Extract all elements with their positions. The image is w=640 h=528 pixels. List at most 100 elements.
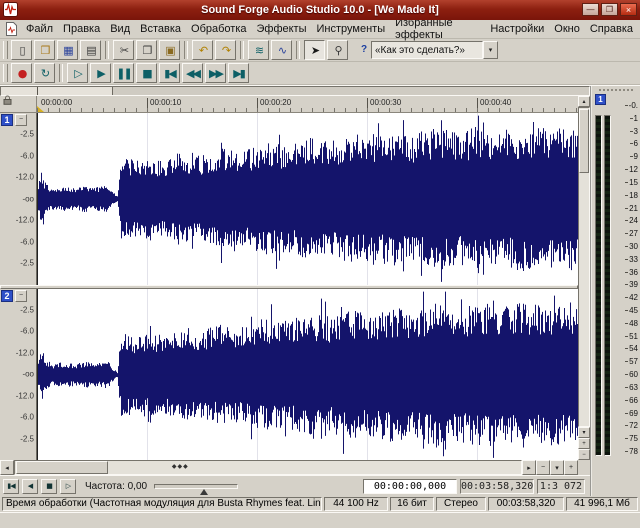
vertical-zoom-out-button[interactable]: − xyxy=(578,449,590,460)
toolbar-grip[interactable] xyxy=(3,41,8,59)
record-button[interactable]: ● xyxy=(11,63,32,83)
menu-item[interactable]: Файл xyxy=(21,21,58,37)
zoom-ratio-display: 1:3 072 xyxy=(537,479,585,494)
mini-stop-button[interactable]: ■ xyxy=(41,479,57,494)
channel-2-minimize-button[interactable]: − xyxy=(15,290,27,302)
waveform-plot xyxy=(37,289,578,461)
go-to-start-button[interactable]: ▮◀ xyxy=(159,63,180,83)
scroll-down-button[interactable]: ▾ xyxy=(578,427,590,438)
scroll-up-button[interactable]: ▴ xyxy=(578,96,590,107)
window-bottom-frame xyxy=(0,512,640,528)
overview-bar[interactable] xyxy=(0,86,590,96)
scroll-right-button[interactable]: ▸ xyxy=(522,460,536,475)
separator[interactable] xyxy=(105,41,109,59)
position-display[interactable]: 00:00:00,000 xyxy=(363,479,457,494)
ruler-row: 00:00:00 00:00:10 00:00:20 00:00:30 00:0… xyxy=(0,96,578,113)
open-file-icon[interactable]: ❒ xyxy=(34,40,55,60)
playback-cursor[interactable] xyxy=(37,289,38,461)
copy-icon[interactable]: ❐ xyxy=(136,40,157,60)
meter-scale-label: 54 xyxy=(625,345,638,353)
channel-2-badge[interactable]: 2 xyxy=(1,290,13,302)
channel-1: 1 − -2.5 -6.0 -12.0 -оо -12.0 -6.0 xyxy=(0,113,578,285)
play-button[interactable]: ▶ xyxy=(90,63,111,83)
zoom-resolution-button[interactable]: ▾ xyxy=(550,460,564,475)
new-file-icon[interactable]: ▯ xyxy=(11,40,32,60)
zoom-in-button[interactable]: + xyxy=(564,460,578,475)
meter-scale-label: 45 xyxy=(625,307,638,315)
slider-thumb[interactable] xyxy=(200,489,208,495)
paste-icon[interactable]: ▣ xyxy=(159,40,180,60)
meter-scale-label: 21 xyxy=(625,205,638,213)
db-scale-label: -6.0 xyxy=(20,327,34,336)
edit-tool-icon[interactable]: ➤ xyxy=(304,40,325,60)
cut-icon[interactable]: ✂ xyxy=(113,40,134,60)
magnify-tool-icon[interactable]: ⚲ xyxy=(327,40,348,60)
minimize-button[interactable]: — xyxy=(582,3,599,16)
channel-2-gutter: 2 − -2.5 -6.0 -12.0 -оо -12.0 -6.0 xyxy=(0,289,36,461)
menu-item[interactable]: Окно xyxy=(549,21,585,37)
rewind-button[interactable]: ◀◀ xyxy=(182,63,203,83)
playhead-marker[interactable] xyxy=(37,106,44,112)
separator[interactable] xyxy=(59,64,63,82)
time-ruler[interactable]: 00:00:00 00:00:10 00:00:20 00:00:30 00:0… xyxy=(36,96,578,113)
menu-item[interactable]: Обработка xyxy=(186,21,251,37)
waveform-channel-1[interactable] xyxy=(36,113,578,285)
mini-go-to-start-button[interactable]: ▮◀ xyxy=(3,479,19,494)
menu-item[interactable]: Справка xyxy=(585,21,638,37)
main-toolbar: ▯ ❒ ▦ ▤ ✂ ❐ ▣ ↶ ↷ ≋ ∿ ➤ xyxy=(0,39,640,62)
menu-item[interactable]: Вставка xyxy=(135,21,186,37)
meter-scale-label: 18 xyxy=(625,192,638,200)
vertical-scrollbar-thumb[interactable] xyxy=(579,109,589,173)
waveform-plot xyxy=(37,113,578,285)
process-wave-icon[interactable]: ≋ xyxy=(248,40,269,60)
undo-icon[interactable]: ↶ xyxy=(192,40,213,60)
redo-icon[interactable]: ↷ xyxy=(215,40,236,60)
panel-grip[interactable] xyxy=(599,89,633,91)
help-search-combo[interactable]: ? «Как это сделать?» ▾ xyxy=(357,41,498,60)
dropdown-arrow-icon[interactable]: ▾ xyxy=(483,41,498,59)
separator[interactable] xyxy=(296,41,300,59)
menu-item[interactable]: Вид xyxy=(105,21,135,37)
titlebar: Sound Forge Audio Studio 10.0 - [We Made… xyxy=(0,0,640,20)
scrollbar-track[interactable]: ◆◆◆ xyxy=(14,460,522,475)
menu-item[interactable]: Эффекты xyxy=(252,21,312,37)
mini-play-button[interactable]: ▷ xyxy=(60,479,76,494)
document-icon[interactable] xyxy=(5,22,18,36)
meter-scale-label: 72 xyxy=(625,422,638,430)
menu-item[interactable]: Инструменты xyxy=(312,21,391,37)
menu-item[interactable]: Правка xyxy=(58,21,105,37)
maximize-button[interactable]: ❐ xyxy=(601,3,618,16)
mini-rewind-button[interactable]: ◀ xyxy=(22,479,38,494)
status-bitdepth: 16 бит xyxy=(390,497,434,511)
waveform-channel-2[interactable] xyxy=(36,289,578,461)
go-to-end-button[interactable]: ▶▮ xyxy=(228,63,249,83)
close-button[interactable]: × xyxy=(620,3,637,16)
draw-wave-icon[interactable]: ∿ xyxy=(271,40,292,60)
loop-playback-button[interactable]: ↻ xyxy=(34,63,55,83)
vertical-scrollbar-track[interactable] xyxy=(578,107,590,427)
meter-scale-label: 42 xyxy=(625,294,638,302)
play-all-button[interactable]: ▷ xyxy=(67,63,88,83)
zoom-out-button[interactable]: − xyxy=(536,460,550,475)
forward-button[interactable]: ▶▶ xyxy=(205,63,226,83)
scrollbar-thumb[interactable] xyxy=(16,461,108,474)
ruler-gutter xyxy=(0,96,36,113)
toolbar-grip[interactable] xyxy=(3,64,8,82)
playback-cursor[interactable] xyxy=(37,113,38,285)
help-combo-label[interactable]: «Как это сделать?» xyxy=(371,41,483,59)
save-file-icon[interactable]: ▦ xyxy=(57,40,78,60)
separator[interactable] xyxy=(240,41,244,59)
pause-button[interactable]: ❚❚ xyxy=(113,63,134,83)
overview-view-region[interactable] xyxy=(1,87,113,95)
separator[interactable] xyxy=(184,41,188,59)
vertical-zoom-in-button[interactable]: + xyxy=(578,438,590,449)
menu-item[interactable]: Настройки xyxy=(485,21,549,37)
db-scale-label: -12.0 xyxy=(16,216,34,225)
stop-button[interactable]: ■ xyxy=(136,63,157,83)
channel-1-minimize-button[interactable]: − xyxy=(15,114,27,126)
scroll-left-button[interactable]: ◂ xyxy=(0,460,14,475)
file-properties-icon[interactable]: ▤ xyxy=(80,40,101,60)
channel-1-badge[interactable]: 1 xyxy=(1,114,13,126)
meter-scale-label: 66 xyxy=(625,397,638,405)
frequency-slider[interactable] xyxy=(154,484,238,489)
